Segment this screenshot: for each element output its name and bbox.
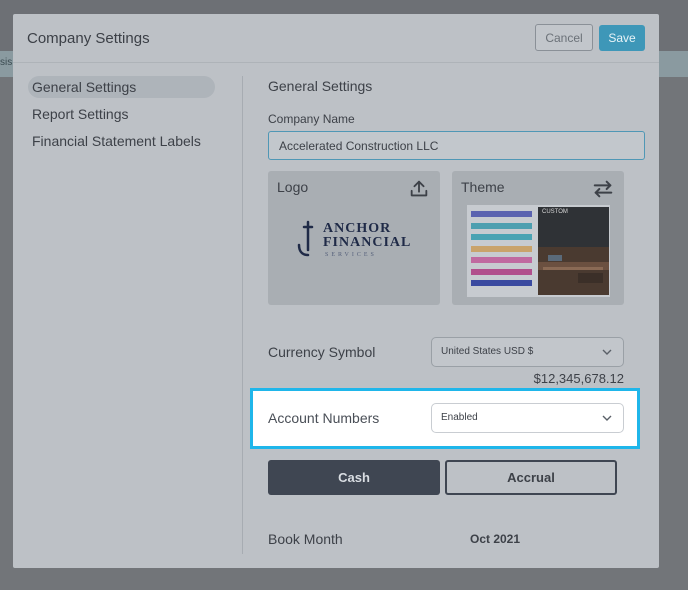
anchor-logo-icon <box>297 220 314 257</box>
currency-selected-value: United States USD $ <box>441 346 534 357</box>
theme-preview-image: CUSTOM <box>538 207 609 295</box>
account-numbers-select[interactable]: Enabled <box>431 403 624 433</box>
company-logo: ANCHOR FINANCIAL SERVICES <box>296 219 426 263</box>
logo-card[interactable]: Logo ANCHOR FINANCIAL SERVICES <box>268 171 440 305</box>
save-button[interactable]: Save <box>599 25 645 51</box>
section-title: General Settings <box>268 78 373 94</box>
currency-preview: $12,345,678.12 <box>533 371 624 386</box>
theme-card[interactable]: Theme CUSTOM <box>452 171 624 305</box>
company-name-input[interactable] <box>268 131 645 160</box>
swap-arrows-icon[interactable] <box>592 178 614 200</box>
theme-stripe <box>471 257 532 263</box>
theme-stripe <box>471 234 532 240</box>
logo-text-line3: SERVICES <box>325 252 377 258</box>
sidebar-item-general-settings[interactable]: General Settings <box>28 76 215 98</box>
logo-card-title: Logo <box>277 179 309 195</box>
cancel-button[interactable]: Cancel <box>535 24 593 51</box>
book-month-label: Book Month <box>268 531 343 547</box>
account-numbers-selected-value: Enabled <box>441 412 478 423</box>
theme-stripe <box>471 268 532 275</box>
theme-preview-tag: CUSTOM <box>542 209 568 215</box>
accrual-button[interactable]: Accrual <box>445 460 617 495</box>
company-settings-modal: Company Settings Cancel Save General Set… <box>13 14 659 568</box>
theme-photo-art <box>538 207 609 295</box>
theme-stripe <box>471 245 532 252</box>
theme-stripe <box>471 211 532 217</box>
header-divider <box>13 62 659 63</box>
account-numbers-row: Account Numbers Enabled <box>250 388 640 449</box>
cash-button[interactable]: Cash <box>268 460 440 495</box>
book-month-value[interactable]: Oct 2021 <box>470 532 520 546</box>
company-name-label: Company Name <box>268 112 355 126</box>
modal-title: Company Settings <box>27 30 150 47</box>
chevron-down-icon <box>602 415 612 421</box>
sidebar-item-financial-statement-labels[interactable]: Financial Statement Labels <box>28 130 215 152</box>
theme-preview: CUSTOM <box>467 205 610 297</box>
logo-text-line2: FINANCIAL <box>323 235 412 250</box>
backdrop-text: sis <box>0 57 13 68</box>
currency-symbol-label: Currency Symbol <box>268 344 376 360</box>
chevron-down-icon <box>602 349 612 355</box>
upload-icon[interactable] <box>408 178 430 200</box>
theme-card-title: Theme <box>461 179 505 195</box>
sidebar-divider <box>242 76 243 554</box>
theme-stripe <box>471 280 532 286</box>
theme-stripe <box>471 222 532 229</box>
account-numbers-label: Account Numbers <box>268 410 380 426</box>
currency-symbol-select[interactable]: United States USD $ <box>431 337 624 367</box>
sidebar-item-report-settings[interactable]: Report Settings <box>28 103 215 125</box>
